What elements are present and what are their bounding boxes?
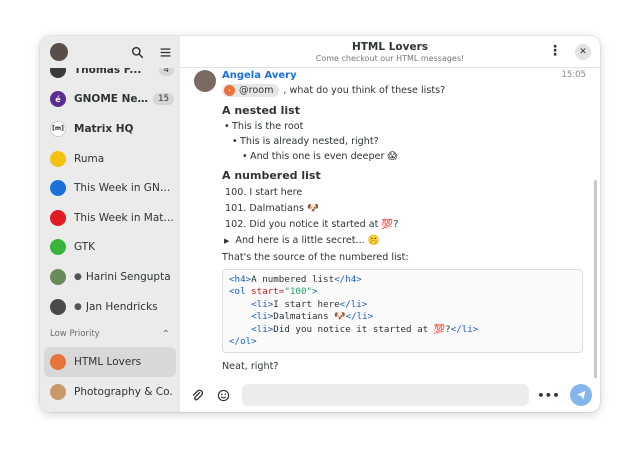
list-item: 100. I start here [225, 187, 303, 198]
list-item: 101. Dalmatians 🐶 [225, 203, 319, 214]
room-avatar [50, 209, 66, 226]
room-title: HTML Lovers [351, 41, 429, 53]
room-name: Ruma [74, 152, 105, 165]
room-avatar [50, 383, 66, 400]
user-avatar[interactable] [50, 43, 68, 61]
unread-badge: 4 [158, 68, 174, 76]
room-item[interactable]: This Week in GNOME [40, 173, 180, 203]
person-icon: ● [74, 301, 82, 312]
room-avatar [50, 180, 66, 197]
room-item[interactable]: GTK [40, 233, 180, 263]
emoji-icon[interactable] [214, 386, 232, 404]
sidebar-header [40, 36, 180, 68]
mention-pill[interactable]: • @room [222, 84, 280, 97]
message: Angela Avery • @room , what do you think… [194, 70, 586, 97]
message-intro: • @room , what do you think of these lis… [222, 84, 586, 97]
room-topic: Come checkout our HTML messages! [315, 54, 465, 63]
low-priority-section-header[interactable]: Low Priority ⌃ [40, 321, 180, 347]
message-body: A nested list This is the root This is a… [222, 104, 586, 372]
room-item[interactable]: é GNOME New... 15 [40, 85, 180, 115]
room-name: Thomas F... [74, 68, 142, 76]
room-avatar [50, 268, 66, 285]
sender-name[interactable]: Angela Avery [222, 70, 586, 81]
code-line: <li>Dalmatians 🐶</li> [251, 311, 374, 323]
room-name: Harini Sengupta [85, 270, 171, 283]
sender-avatar[interactable] [194, 70, 216, 92]
nested-list: This is the root This is already nested,… [222, 121, 586, 162]
unread-badge: 15 [153, 93, 174, 106]
room-name: Matrix HQ [74, 122, 134, 135]
room-item[interactable]: [m] Matrix HQ [40, 114, 180, 144]
list-item: This is already nested, right? [230, 136, 586, 147]
code-line: </ol> [229, 336, 257, 348]
list-item: 102. Did you notice it started at 💯? [225, 219, 399, 230]
sidebar: Thomas F... 4 é GNOME New... 15 [m] Matrix HQ R… [40, 36, 180, 412]
room-menu-icon[interactable]: ⋮ [548, 44, 562, 58]
list-item: This is the root [222, 121, 586, 132]
room-avatar-icon: • [224, 85, 235, 96]
search-icon[interactable] [128, 43, 146, 61]
closing-text: Neat, right? [222, 361, 279, 373]
scrollbar[interactable] [594, 180, 597, 378]
details-summary: And here is a little secret... 🤫 [235, 235, 380, 246]
list-item: And this one is even deeper 😱 [240, 151, 586, 162]
room-name: HTML Lovers [74, 356, 142, 369]
paperclip-icon[interactable] [188, 386, 206, 404]
more-options-button[interactable]: ••• [537, 389, 560, 402]
code-line: <h4>A numbered list</h4> [229, 274, 362, 285]
room-avatar [50, 68, 66, 78]
room-name: GTK [74, 241, 96, 254]
composer: ••• [180, 378, 600, 412]
numbered-list-heading: A numbered list [222, 169, 321, 182]
room-avatar: [m] [50, 120, 66, 137]
room-item[interactable]: Thomas F... 4 [40, 68, 180, 85]
room-view: HTML Lovers Come checkout our HTML messa… [180, 36, 600, 412]
room-name: Photography & Co. [74, 385, 173, 398]
code-line: <ol start="100"> [229, 286, 318, 298]
room-item[interactable]: Photography & Co. [40, 377, 180, 407]
room-avatar [50, 298, 66, 315]
send-button[interactable] [570, 384, 592, 406]
message-input[interactable] [242, 384, 530, 406]
room-name: Jan Hendricks [85, 300, 158, 313]
room-item[interactable]: ● Jan Hendricks [40, 292, 180, 322]
code-line: <li>Did you notice it started at 💯?</li> [251, 323, 479, 335]
room-name: GNOME New... [74, 93, 149, 106]
timeline: Angela Avery • @room , what do you think… [180, 68, 600, 378]
app-window: Thomas F... 4 é GNOME New... 15 [m] Matrix HQ R… [40, 36, 600, 412]
chevron-up-icon: ⌃ [161, 328, 170, 340]
disclosure-triangle-icon: ▶ [224, 236, 230, 245]
send-icon [576, 390, 586, 400]
code-line: <li>I start here</li> [251, 298, 368, 310]
room-avatar: é [50, 91, 66, 108]
message-timestamp: 15:05 [561, 70, 587, 80]
hamburger-menu-icon[interactable] [156, 43, 174, 61]
room-item[interactable]: This Week in Matri... [40, 203, 180, 233]
room-avatar [50, 239, 66, 256]
intro-text: , what do you think of these lists? [283, 85, 446, 96]
nested-list-heading: A nested list [222, 104, 300, 117]
room-item[interactable]: ● Harini Sengupta [40, 262, 180, 292]
code-block: <h4>A numbered list</h4> <ol start="100">… [222, 269, 583, 354]
close-icon[interactable]: ✕ [575, 44, 591, 60]
room-header: HTML Lovers Come checkout our HTML messa… [180, 36, 600, 68]
room-name: This Week in Matri... [74, 211, 174, 224]
source-caption: That's the source of the numbered list: [222, 252, 409, 263]
room-name: This Week in GNOME [74, 182, 174, 195]
room-avatar [50, 354, 66, 371]
person-icon: ● [74, 271, 82, 282]
room-avatar [50, 150, 66, 167]
mention-text: @room [239, 85, 274, 96]
section-label: Low Priority [50, 329, 100, 340]
details-toggle[interactable]: ▶ And here is a little secret... 🤫 [222, 235, 586, 246]
room-item[interactable]: HTML Lovers [44, 347, 176, 377]
room-list: Thomas F... 4 é GNOME New... 15 [m] Matrix HQ R… [40, 68, 180, 412]
room-item[interactable]: Ruma [40, 144, 180, 174]
numbered-list: 100. I start here 101. Dalmatians 🐶 102.… [222, 187, 586, 230]
